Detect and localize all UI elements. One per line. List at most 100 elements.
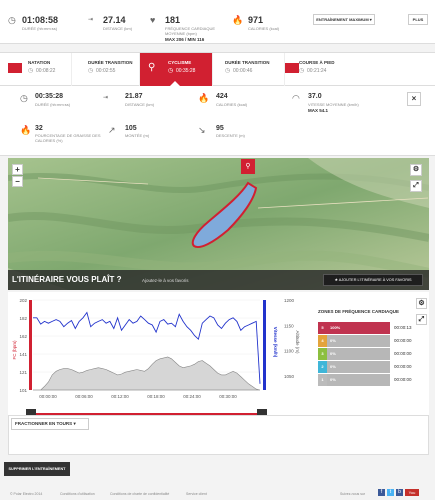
training-select[interactable]: ENTRAÎNEMENT MAXIMUM ▾ [313,14,375,25]
tab-title: COURSE À PIED [299,60,335,65]
zoom-in-button[interactable]: + [12,164,23,175]
facebook-icon[interactable]: f [378,489,385,496]
summary-calories-label: CALORIES (kcal) [248,26,280,31]
bike-icon: ⚲ [148,62,156,73]
footer-copyright: © Polar Electro 2014 [10,492,43,496]
fullscreen-icon[interactable]: ⤢ [410,180,422,192]
clock-icon: ◷ [299,68,305,74]
tab-swimming[interactable]: NATATION ◷ 00:08:22 [0,53,72,86]
x-tick-label: 00:24:00 [183,394,201,399]
summary-duration-label: DURÉE (hh:mm:ss) [22,26,58,31]
youtube-icon[interactable]: You [405,489,419,496]
heart-rate-speed-chart[interactable]: 202 182 162 141 121 101 1200 1150 1100 1050 FC (bp… [8,292,316,410]
tab-transition-2[interactable]: DURÉE TRANSITION ◷ 00:00:46 [213,53,285,86]
route-favorite-title: L'ITINÉRAIRE VOUS PLAÎT ? [12,275,122,284]
zone-time: 00:00:00 [394,338,412,343]
gear-icon[interactable]: ⚙ [416,298,427,309]
chevron-down-icon: ▾ [369,17,372,22]
zone-number: 4 [318,335,327,347]
clock-icon: ◷ [225,68,231,74]
altitude-tick-label: 1100 [284,349,294,354]
left-tick-label: 182 [19,316,27,321]
tab-transition-1[interactable]: DURÉE TRANSITION ◷ 00:02:55 [72,53,140,86]
more-button[interactable]: PLUS [408,14,428,25]
footer-follow-label: Suivez-nous sur [340,492,366,496]
clock-icon: ◷ [28,68,34,74]
zone-time: 00:00:00 [394,377,412,382]
tab-value: 00:00:46 [233,68,253,74]
gear-icon[interactable]: ⚙ [410,164,422,176]
detail-fat-value: 32 [35,125,43,132]
x-tick-label: 00:30:00 [219,394,237,399]
training-select-label: ENTRAÎNEMENT MAXIMUM [316,17,369,22]
clock-icon: ◷ [168,68,174,74]
left-tick-label: 202 [19,298,27,303]
detail-descent-label: DESCENTE (m) [216,133,245,138]
flame-icon: 🔥 [20,125,32,135]
detail-speed-value: 37.0 [308,93,322,100]
zone-time: 00:00:13 [394,325,412,330]
left-axis-label: FC (bpm) [12,340,17,360]
x-tick-label: 00:12:00 [111,394,129,399]
detail-distance-value: 21.87 [125,93,143,100]
add-favorite-button[interactable]: ★ AJOUTER L'ITINÉRAIRE À VOS FAVORIS [323,274,423,286]
zone-number: 5 [318,322,327,334]
summary-calories-value: 971 [248,15,264,25]
heart-icon: ♥ [150,15,156,25]
footer: © Polar Electro 2014 Conditions d'utilis… [0,486,435,500]
split-laps-button[interactable]: FRACTIONNER EN TOURS ▾ [11,418,89,430]
zone-percent: 0% [330,364,336,369]
altitude-tick-label: 1050 [284,374,295,379]
clock-icon: ◷ [88,68,94,74]
flame-icon: 🔥 [198,93,210,103]
left-tick-label: 101 [19,388,27,393]
route-favorite-subtitle: Ajoutez-le à vos favoris [142,278,189,283]
blog-icon[interactable]: b [396,489,403,496]
route-start-marker[interactable]: ⚲ [241,159,255,174]
zone-number: 3 [318,348,327,360]
speed-axis-bar [263,300,266,390]
detail-duration-label: DURÉE (hh:mm:ss) [35,102,71,107]
footer-help-link[interactable]: Service client [186,492,207,496]
ascent-icon: ↗ [108,125,116,135]
tab-pointer [170,81,180,86]
detail-speed-max: MAX 54.1 [308,108,329,113]
flame-icon: 🔥 [232,15,244,25]
speedometer-icon: ◠ [292,93,300,103]
zone-row: 3 0% [318,348,390,360]
tab-title: DURÉE TRANSITION [225,60,270,65]
zone-row: 2 0% [318,361,390,373]
altitude-tick-label: 1150 [284,323,294,328]
heart-rate-axis-bar [29,300,32,390]
fullscreen-icon[interactable]: ⤢ [416,314,427,325]
summary-heart-rate-maxmin: MAX 206 / MIN 116 [165,37,205,42]
summary-heart-rate-value: 181 [165,15,181,25]
left-tick-label: 141 [19,352,27,357]
swimming-icon [8,63,22,73]
running-icon [285,63,299,73]
chevron-down-icon: ▾ [73,421,76,426]
footer-terms-link[interactable]: Conditions d'utilisation [60,492,95,496]
summary-bar: ◷ 01:08:58 DURÉE (hh:mm:ss) ⇥ 27.14 DIST… [0,0,435,44]
add-favorite-label: AJOUTER L'ITINÉRAIRE À VOS FAVORIS [338,278,412,282]
zone-time: 00:00:00 [394,364,412,369]
zone-row: 5 100% [318,322,390,334]
left-tick-label: 121 [19,370,27,375]
summary-distance-label: DISTANCE (km) [103,26,133,31]
twitter-icon[interactable]: t [387,489,394,496]
zoom-out-button[interactable]: − [12,176,23,187]
close-button[interactable]: × [407,92,421,106]
tab-running[interactable]: COURSE À PIED ◷ 00:21:24 [285,53,357,86]
summary-heart-rate-label: FRÉQUENCE CARDIAQUE MOYENNE (bpm) [165,26,216,36]
zone-row: 1 0% [318,374,390,386]
footer-privacy-link[interactable]: Conditions de charte de confidentialité [110,492,169,496]
detail-calories-label: CALORIES (kcal) [216,102,248,107]
detail-descent-value: 95 [216,125,224,132]
zone-percent: 0% [330,351,336,356]
left-tick-label: 162 [19,334,27,339]
delete-training-button[interactable]: SUPPRIMER L'ENTRAÎNEMENT [4,462,70,476]
zone-percent: 100% [330,325,341,330]
tab-value: 00:02:55 [96,68,116,74]
star-icon: ★ [334,278,338,282]
tab-value: 00:08:22 [36,68,56,74]
